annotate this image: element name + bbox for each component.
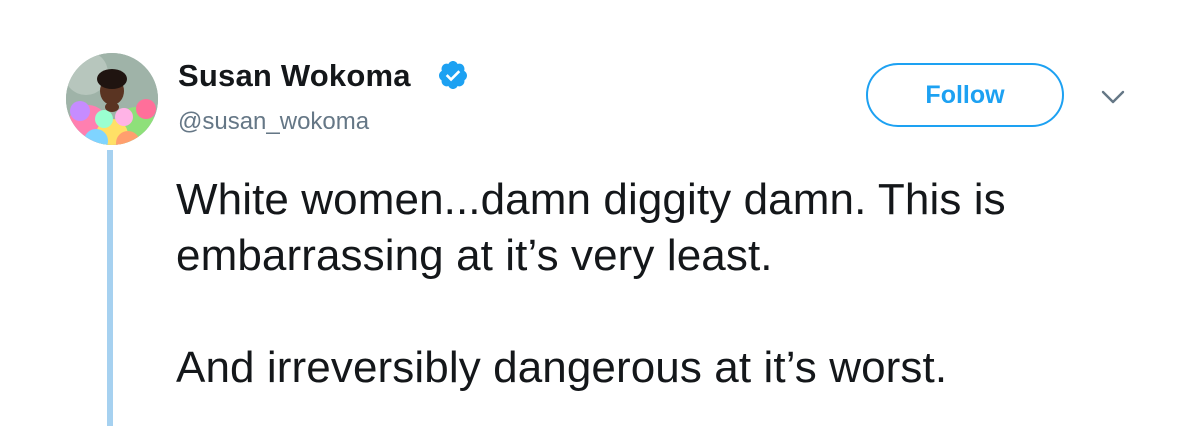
- avatar-image: [66, 53, 158, 145]
- tweet-text-paragraph-1: White women...damn diggity damn. This is…: [176, 175, 1006, 280]
- thread-line: [107, 150, 113, 426]
- tweet-text: White women...damn diggity damn. This is…: [176, 172, 1166, 396]
- author-avatar[interactable]: [66, 53, 158, 145]
- author-handle[interactable]: @susan_wokoma: [178, 108, 369, 136]
- tweet-text-paragraph-2: And irreversibly dangerous at it’s worst…: [176, 343, 948, 392]
- author-display-name[interactable]: Susan Wokoma: [178, 58, 411, 94]
- tweet-card: Susan Wokoma @susan_wokoma Follow White …: [0, 0, 1200, 426]
- chevron-down-icon[interactable]: [1100, 88, 1126, 106]
- follow-button[interactable]: Follow: [866, 63, 1064, 127]
- verified-badge-icon: [438, 61, 467, 89]
